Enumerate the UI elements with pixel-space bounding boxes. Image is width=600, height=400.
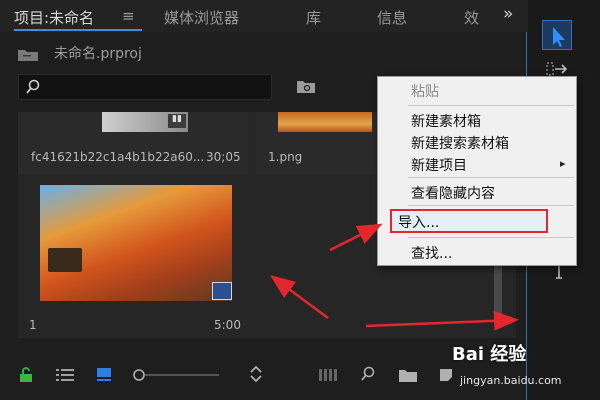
annotation-arrow	[365, 310, 519, 331]
annotation-arrow	[269, 275, 329, 320]
watermark-logo: Bai 经验	[452, 344, 527, 365]
watermark-url: jingyan.baidu.com	[460, 374, 562, 387]
annotation-arrow	[329, 223, 383, 252]
